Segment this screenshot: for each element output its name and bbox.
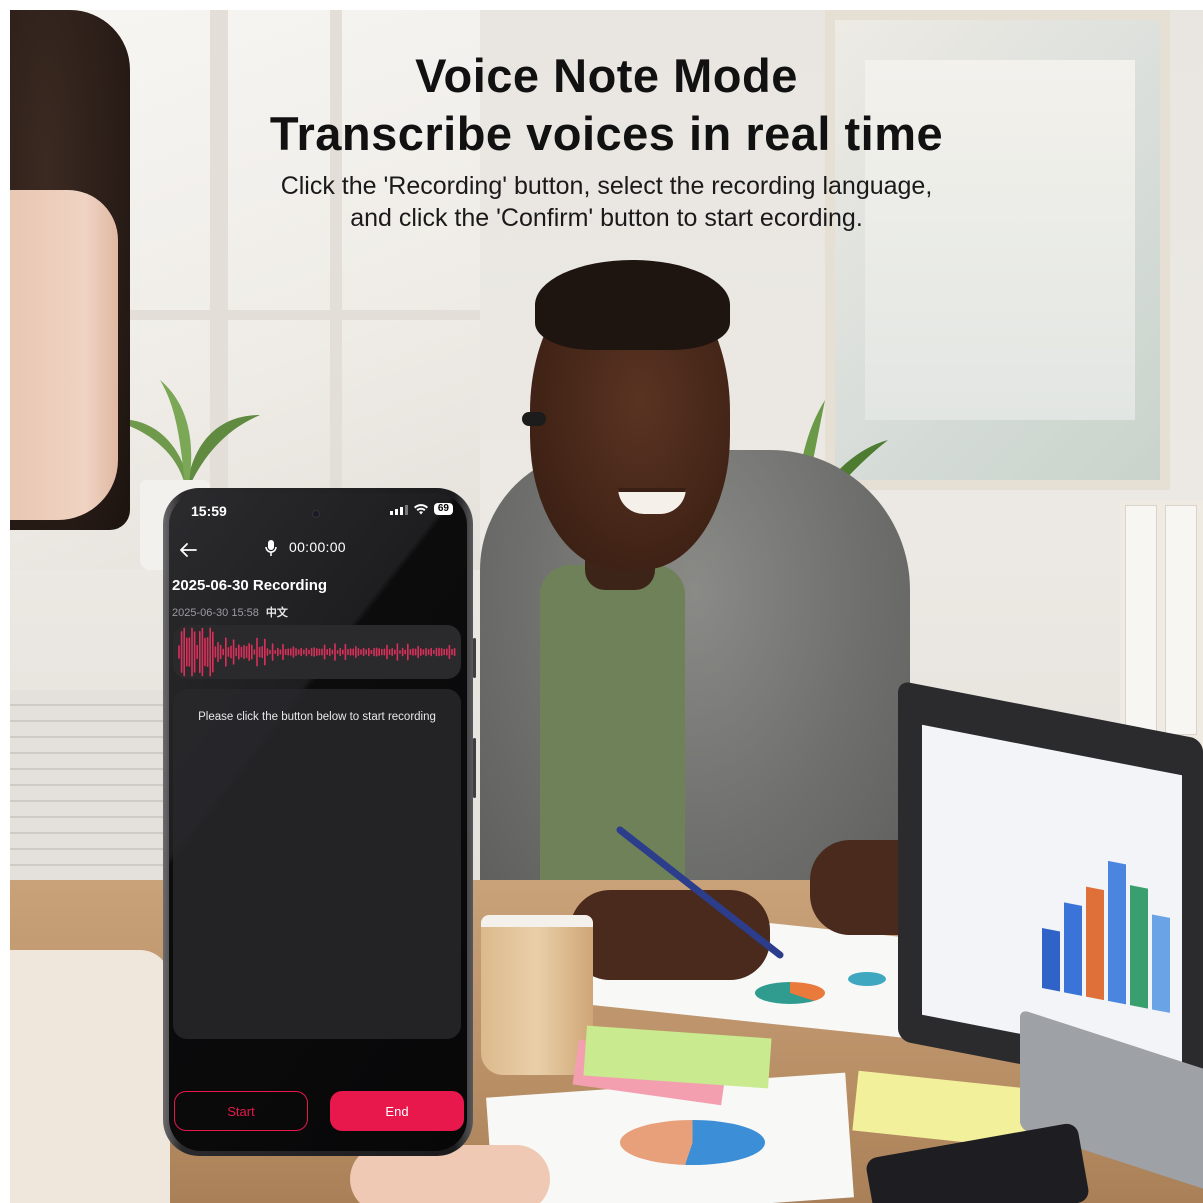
earbud [522,412,546,426]
waveform-panel [173,625,461,679]
woman-face [10,190,118,520]
start-button[interactable]: Start [174,1091,308,1131]
title-line-1: Voice Note Mode [415,49,798,102]
status-time: 15:59 [191,503,227,519]
recording-meta: 2025-06-30 15:58 中文 [172,604,288,620]
recording-datetime: 2025-06-30 15:58 [172,607,259,619]
recording-title: 2025-06-30 Recording [172,577,328,594]
phone-screen: 15:59 69 00:00:00 2025-06-30 Recording 2… [169,493,467,1151]
battery-icon: 69 [433,503,453,515]
laptop-screen [922,724,1182,1066]
title-line-2: Transcribe voices in real time [269,107,944,160]
audio-waveform [178,627,456,677]
recording-language: 中文 [265,607,288,619]
description-line-2: and click the 'Confirm' button to start … [350,204,863,232]
signal-icon [389,504,408,515]
back-arrow-icon[interactable] [176,538,200,562]
transcript-area: Please click the button below to start r… [173,689,461,1039]
front-camera [312,510,320,518]
transcript-hint: Please click the button below to start r… [198,711,436,723]
wifi-icon [413,503,428,514]
phone-device: 15:59 69 00:00:00 2025-06-30 Recording 2… [163,488,476,1156]
end-button[interactable]: End [330,1091,464,1131]
recording-timer: 00:00:00 [289,539,346,555]
microphone-icon [265,540,277,556]
status-icons: 69 [389,503,453,515]
pen [616,826,784,959]
headline: Voice Note Mode Transcribe voices in rea… [0,48,1203,234]
description-line-1: Click the 'Recording' button, select the… [280,172,933,200]
